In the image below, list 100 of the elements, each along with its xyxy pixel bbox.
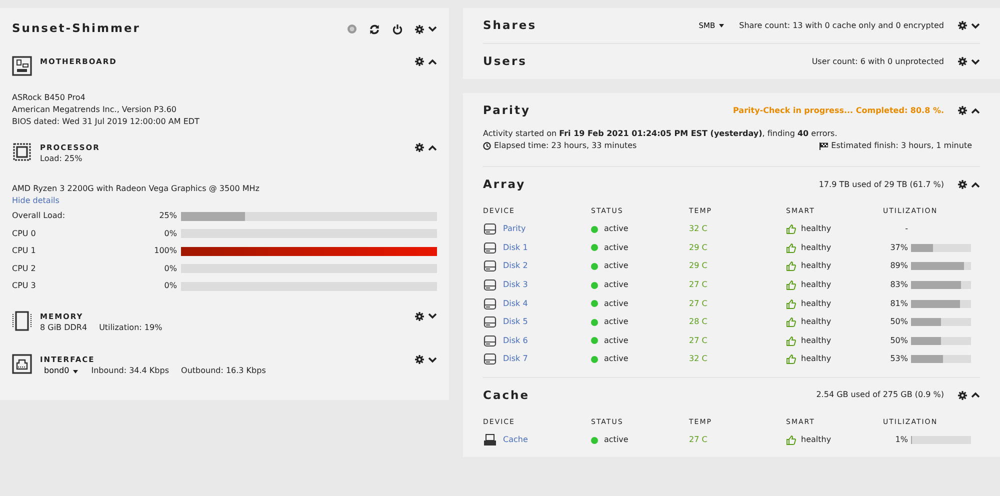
settings-button[interactable] [415,312,424,321]
caret-icon [718,23,726,28]
interface-dropdown[interactable]: bond0 [44,365,80,378]
section-title: Array [483,176,526,193]
load-reading: 0% [163,262,177,274]
collapse-button[interactable] [971,108,980,114]
settings-button[interactable] [958,106,967,115]
memory-module-icon [12,310,32,331]
utilization-text: 53% [889,353,908,366]
utilization-text: 89% [889,260,908,272]
device-link[interactable]: Disk 1 [503,242,528,254]
device-link[interactable]: Disk 3 [503,279,528,292]
thumbs-up-icon [786,354,796,364]
thumbs-up-icon [786,435,796,446]
collapse-button[interactable] [971,182,980,188]
details-link[interactable]: Hide details [12,196,60,206]
temperature: 29 C [689,260,708,272]
settings-button[interactable] [415,143,424,152]
temperature: 32 C [689,353,708,366]
section-title: Cache [483,386,530,404]
smart-status: healthy [801,223,832,236]
cpu-label: Overall Load: [12,210,66,222]
settings-button[interactable] [415,355,424,364]
board-info: American Megatrends Inc., Version P3.60 [12,104,178,116]
info-text: Inbound: 34.4 Kbps [91,365,170,378]
device-link[interactable]: Disk 6 [503,334,528,347]
status-dot [591,337,598,344]
elapsed-time: Elapsed time: 23 hours, 33 minutes [494,140,637,152]
status-dot [591,356,598,363]
device-link[interactable]: Disk 4 [503,298,528,310]
status-text: active [604,353,628,366]
collapse-button[interactable] [428,144,437,151]
usage-summary: 17.9 TB used of 29 TB (61.7 %) [818,178,944,190]
status-dot [591,282,598,289]
info-text: Utilization: 19% [99,322,162,334]
status-text: active [604,434,628,446]
power-icon[interactable] [392,24,403,34]
cpu-model: AMD Ryzen 3 2200G with Radeon Vega Graphics @ 3500 MHz [12,183,260,196]
smart-status: healthy [801,434,832,446]
load-text: Load: 25% [40,153,84,166]
cpu-label: CPU 3 [12,280,37,292]
settings-button[interactable] [415,24,424,34]
status-text: active [604,223,628,236]
settings-button[interactable] [958,57,967,66]
status-dot [591,226,598,233]
load-reading: 25% [158,210,177,222]
status-text: active [604,279,628,292]
temperature: 29 C [689,242,708,254]
settings-button[interactable] [958,390,967,400]
load-reading: 0% [163,228,177,240]
temperature: 27 C [689,298,708,310]
thumbs-up-icon [786,298,796,309]
device-link[interactable]: Disk 5 [503,316,528,328]
info-text: 8 GiB DDR4 [40,322,88,334]
expand-button[interactable] [971,22,980,28]
utilization-text: 81% [889,298,908,310]
expand-button[interactable] [428,356,437,363]
refresh-icon[interactable] [369,24,380,34]
temperature: 27 C [689,434,708,446]
settings-button[interactable] [958,21,967,30]
status-text: active [604,260,628,272]
section-title: Users [483,52,527,70]
utilization-text: 37% [889,242,908,254]
clock-icon [483,142,491,150]
settings-button[interactable] [958,180,967,189]
utilization-text: 83% [889,279,908,292]
expand-button[interactable] [971,58,980,64]
stop-icon[interactable] [347,24,357,34]
device-link[interactable]: Cache [503,434,528,446]
status-text: active [604,242,628,254]
smart-status: healthy [801,334,832,347]
utilization-text: 1% [894,434,908,446]
chip-icon [12,142,32,162]
temperature: 28 C [689,316,708,328]
smart-status: healthy [801,279,832,292]
parity-status: Parity-Check in progress... Completed: 80.8 %. [733,104,944,116]
temperature: 27 C [689,279,708,292]
usage-summary: 2.54 GB used of 275 GB (0.9 %) [816,389,944,402]
device-link[interactable]: Disk 2 [503,260,528,272]
utilization-text: 50% [889,316,908,328]
drive-icon [483,434,497,446]
load-reading: 100% [153,245,177,257]
smart-status: healthy [801,298,832,310]
device-link[interactable]: Parity [503,223,526,236]
collapse-button[interactable] [971,392,980,398]
thumbs-up-icon [786,280,796,290]
collapse-button[interactable] [428,58,437,65]
thumbs-up-icon [786,261,796,272]
status-text: active [604,334,628,347]
cpu-label: CPU 1 [12,245,37,257]
thumbs-up-icon [786,242,796,253]
status-text: active [604,316,628,328]
device-link[interactable]: Disk 7 [503,353,528,366]
estimated-finish: Estimated finish: 3 hours, 1 minute [831,140,972,152]
settings-button[interactable] [415,57,424,66]
expand-button[interactable] [428,26,437,32]
section-title: Shares [483,16,537,34]
smart-status: healthy [801,260,832,272]
expand-button[interactable] [428,313,437,320]
user-summary: User count: 6 with 0 unprotected [812,56,944,68]
